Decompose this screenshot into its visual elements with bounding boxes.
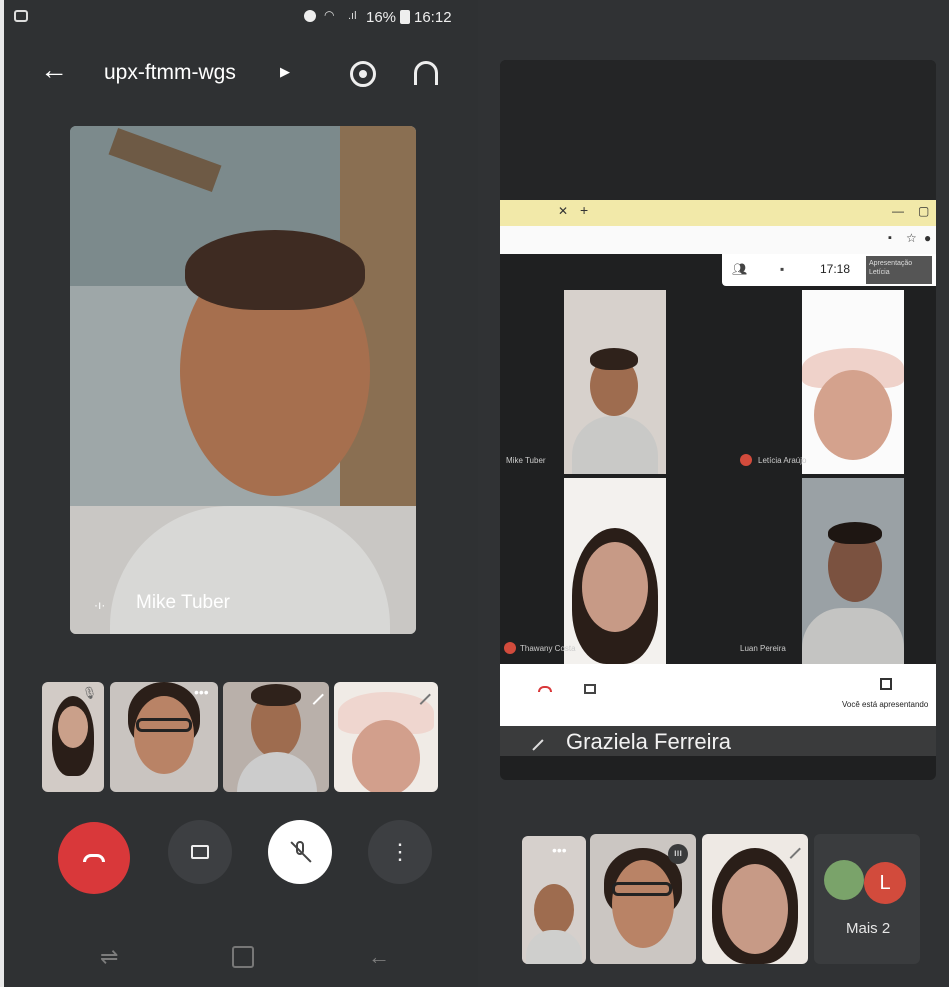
meeting-info-chevron-icon[interactable]: ▶ [280, 64, 290, 80]
meeting-code[interactable]: upx-ftmm-wgs [104, 61, 236, 85]
presenting-chip: Apresentação Letícia [866, 256, 932, 284]
muted-icon [304, 685, 324, 705]
speaker-name: Graziela Ferreira [566, 729, 732, 754]
more-options-icon[interactable]: ••• [552, 842, 567, 858]
screen-record-icon [14, 10, 28, 22]
right-thumbnail-1[interactable]: ••• [522, 836, 586, 964]
wifi-icon: ◠ [324, 8, 335, 22]
participants-icon: 👥︎ [732, 262, 748, 276]
right-phone-screen: ✕ + — ▢ ▪ ☆ ● 👥︎ ▪ 17:18 Apresentação Le… [478, 0, 949, 987]
browser-toolbar: ▪ ☆ ● [500, 226, 936, 254]
speaker-label-bar: Graziela Ferreira [500, 726, 936, 756]
signal-icon: .ıl [348, 10, 357, 22]
mic-toggle-button[interactable] [268, 820, 332, 884]
meet-clock: 17:18 [820, 262, 851, 276]
shared-tile-2-name: Letícia Araújo [758, 456, 807, 465]
speaking-indicator-icon: ııı [668, 844, 688, 864]
end-call-button[interactable] [58, 822, 130, 894]
more-options-button[interactable]: ⋮ [368, 820, 432, 884]
switch-camera-icon[interactable] [350, 61, 376, 87]
status-time: 16:12 [414, 9, 452, 26]
shared-tile-4 [802, 478, 904, 664]
right-thumbnail-3[interactable] [702, 834, 808, 964]
present-screen-icon [880, 678, 892, 690]
more-participants-label: Mais 2 [846, 920, 891, 937]
back-arrow-icon[interactable]: ← [40, 56, 68, 84]
presenting-bar: Você está apresentando [500, 664, 936, 726]
recent-apps-icon[interactable]: ⇌ [100, 944, 118, 970]
muted-icon: 🎙︎ [82, 686, 98, 700]
alarm-icon [304, 10, 316, 22]
mic-off-icon [289, 841, 312, 863]
thumbnail-1[interactable]: 🎙︎ [42, 682, 104, 792]
battery-icon [400, 10, 410, 24]
chat-icon: ▪ [780, 262, 785, 276]
shared-tile-3-name: Thawany Costa [520, 644, 576, 653]
browser-tab-bar: ✕ + — ▢ [500, 200, 936, 226]
audio-output-icon[interactable] [414, 61, 438, 85]
camera-toggle-button[interactable] [168, 820, 232, 884]
camera-small-icon [584, 684, 596, 694]
shared-tile-1-name: Mike Tuber [506, 456, 546, 465]
speaking-indicator-icon: ·ı· [94, 598, 106, 612]
vertical-dots-icon: ⋮ [389, 839, 411, 864]
participant-avatar-letter: L [864, 862, 906, 904]
participant-avatar [824, 860, 864, 900]
main-video-tile[interactable]: ·ı· Mike Tuber [70, 126, 416, 634]
shared-tile-3 [564, 478, 666, 664]
battery-percent: 16% [366, 9, 397, 26]
main-participant-name: Mike Tuber [136, 592, 230, 613]
shared-tile-2 [802, 290, 904, 474]
shared-tile-1 [564, 290, 666, 474]
shared-tile-4-name: Luan Pereira [740, 644, 786, 653]
nav-back-icon[interactable]: ← [368, 944, 390, 970]
right-thumbnail-2[interactable]: ııı [590, 834, 696, 964]
meet-top-bar: 👥︎ ▪ 17:18 Apresentação Letícia [722, 254, 936, 286]
more-options-icon[interactable]: ••• [194, 684, 209, 700]
hangup-small-icon [538, 686, 552, 692]
muted-icon [781, 839, 801, 859]
thumbnail-4[interactable] [334, 682, 438, 792]
shared-screen-area: ✕ + — ▢ ▪ ☆ ● 👥︎ ▪ 17:18 Apresentação Le… [500, 60, 936, 780]
thumbnail-2[interactable]: ••• [110, 682, 218, 792]
phone-hangup-icon [83, 854, 105, 862]
home-icon[interactable] [232, 946, 254, 968]
presenting-label: Você está apresentando [842, 700, 929, 709]
thumbnail-3[interactable] [223, 682, 329, 792]
muted-icon [522, 729, 544, 751]
left-phone-screen: ◠ .ıl 16% 16:12 ← upx-ftmm-wgs ▶ ·ı· Mik… [4, 0, 478, 987]
more-participants-tile[interactable]: L Mais 2 [814, 834, 920, 964]
video-camera-icon [191, 845, 209, 859]
